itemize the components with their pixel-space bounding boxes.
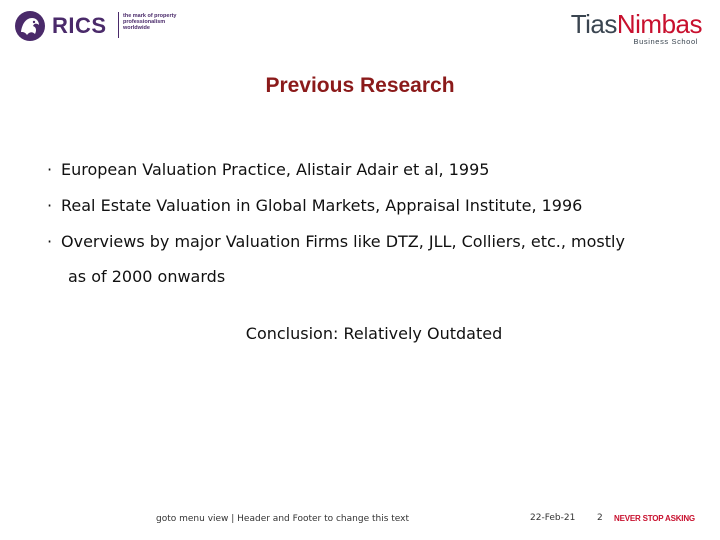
tiasnimbas-logo: TiasNimbas Business School — [562, 9, 703, 46]
rics-wordmark: RICS — [52, 13, 107, 38]
bullet-marker: · — [47, 160, 53, 179]
bullet-item: · Real Estate Valuation in Global Market… — [47, 188, 687, 224]
bullet-text: Overviews by major Valuation Firms like … — [61, 232, 625, 251]
bullet-item: · Overviews by major Valuation Firms lik… — [47, 224, 687, 295]
conclusion-text: Conclusion: Relatively Outdated — [245, 324, 503, 343]
bullet-text: Real Estate Valuation in Global Markets,… — [61, 196, 583, 215]
rics-logo: RICS the mark of property professionalis… — [12, 8, 176, 42]
footer-date: 22-Feb-21 — [530, 513, 576, 523]
rics-separator — [118, 12, 119, 38]
bullet-item: · European Valuation Practice, Alistair … — [47, 152, 687, 188]
tiasnimbas-wordmark: TiasNimbas — [562, 9, 703, 39]
tias-name-part2: Nimbas — [616, 9, 703, 39]
bullet-list: · European Valuation Practice, Alistair … — [47, 152, 687, 295]
bullet-continuation: as of 2000 onwards — [68, 267, 226, 286]
footer-page-number: 2 — [597, 513, 603, 523]
footer-note: goto menu view | Header and Footer to ch… — [156, 514, 410, 524]
tias-name-part1: Tias — [570, 9, 618, 39]
slide-title: Previous Research — [265, 74, 455, 97]
rics-lion-icon — [15, 11, 45, 41]
footer-slogan: NEVER STOP ASKING — [614, 514, 695, 523]
rics-tagline: the mark of property professionalism wor… — [123, 13, 177, 31]
bullet-text: European Valuation Practice, Alistair Ad… — [61, 160, 490, 179]
bullet-marker: · — [47, 232, 53, 251]
bullet-marker: · — [47, 196, 53, 215]
